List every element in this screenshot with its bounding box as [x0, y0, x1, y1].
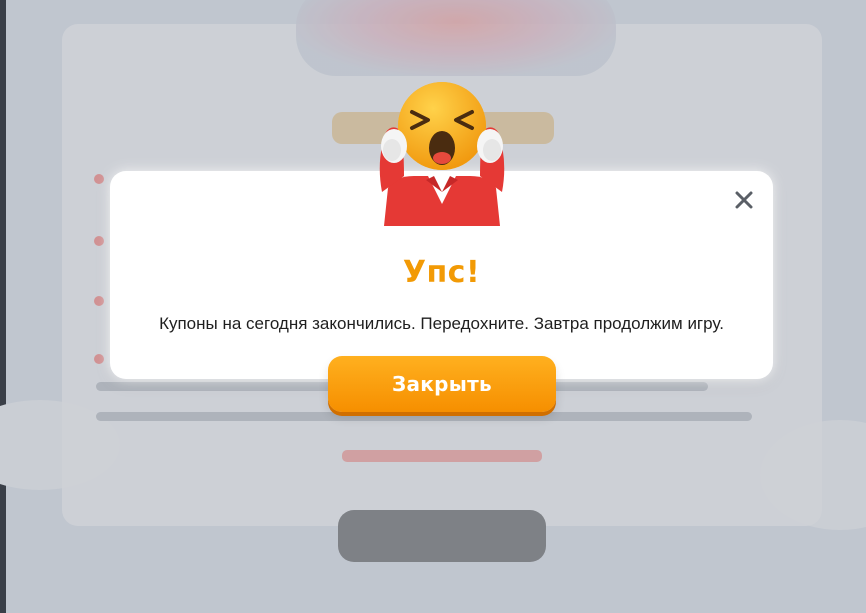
close-icon — [735, 191, 753, 209]
crying-emoji-icon — [379, 82, 505, 226]
close-dialog-button-label: Закрыть — [391, 372, 493, 396]
dialog-message: Купоны на сегодня закончились. Передохни… — [159, 314, 724, 333]
close-dialog-button[interactable]: Закрыть — [328, 356, 556, 412]
game-screen: Упс! Купоны на сегодня закончились. Пере… — [0, 0, 866, 613]
close-button[interactable] — [731, 187, 757, 213]
dialog-title: Упс! — [402, 255, 481, 290]
